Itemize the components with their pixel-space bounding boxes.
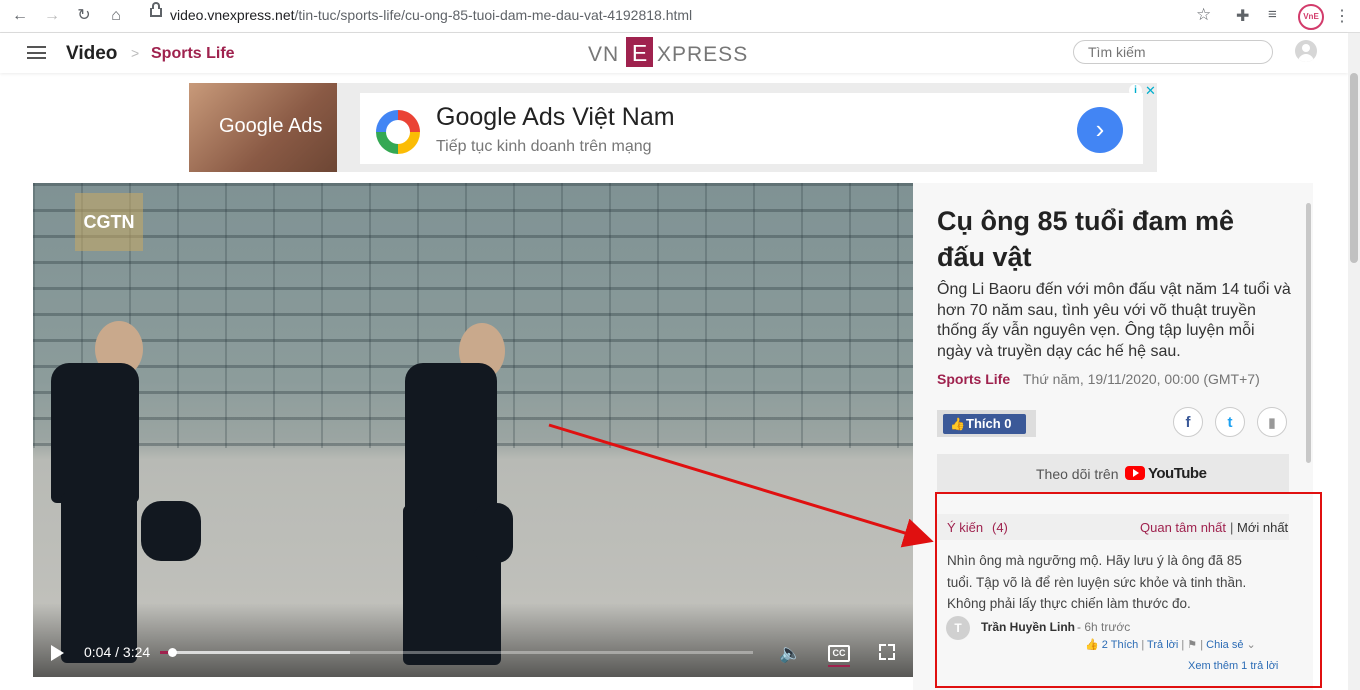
annotation-arrow-icon: [548, 423, 934, 548]
